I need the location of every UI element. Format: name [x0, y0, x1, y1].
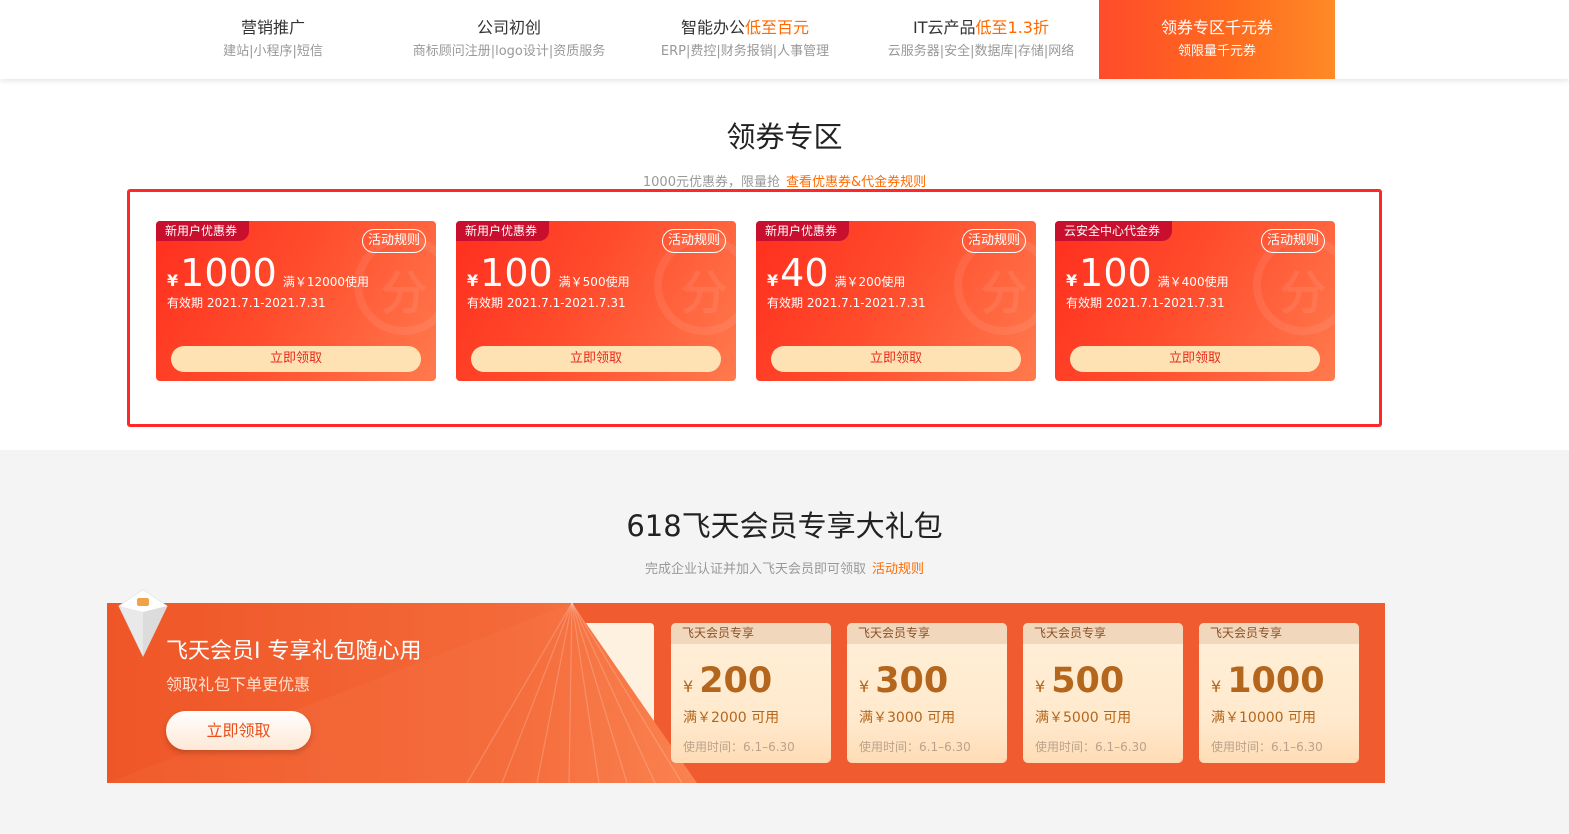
coupon-value: 100 — [1079, 251, 1152, 295]
coupon-rules-button[interactable]: 活动规则 — [1260, 229, 1325, 253]
nav-item-it-cloud[interactable]: IT云产品低至1.3折 云服务器|安全|数据库|存储|网络 — [868, 0, 1094, 79]
member-card-value: 500 — [1051, 661, 1125, 701]
coupon-rules-button[interactable]: 活动规则 — [361, 229, 426, 253]
claim-coupon-button[interactable]: 立即领取 — [771, 346, 1021, 372]
coupon-condition: 满￥400使用 — [1157, 275, 1229, 289]
member-card-amount: ¥200 — [683, 661, 772, 701]
claim-coupon-button[interactable]: 立即领取 — [171, 346, 421, 372]
member-card-time: 使用时间：6.1–6.30 — [1035, 740, 1147, 754]
coupon-tag: 新用户优惠券 — [156, 221, 250, 241]
coupon-section-subtitle-text: 1000元优惠券，限量抢 — [642, 175, 780, 190]
claim-coupon-button[interactable]: 立即领取 — [471, 346, 721, 372]
coupon-amount: ¥100 满￥500使用 — [467, 251, 630, 295]
coupon-section-subtitle: 1000元优惠券，限量抢 查看优惠券&代金券规则 — [0, 171, 1569, 190]
nav-item-marketing[interactable]: 营销推广 建站|小程序|短信 — [160, 0, 386, 79]
nav-item-subtitle: ERP|费控|财务报销|人事管理 — [660, 44, 830, 59]
coupon-condition: 满￥500使用 — [558, 275, 630, 289]
member-card-time: 使用时间：6.1–6.30 — [683, 740, 795, 754]
member-card-condition: 满￥2000 可用 — [683, 710, 780, 726]
coupon-rules-button[interactable]: 活动规则 — [661, 229, 726, 253]
nav-item-highlight: 低至百元 — [745, 18, 810, 37]
member-card-time: 使用时间：6.1–6.30 — [1211, 740, 1323, 754]
member-coupon-card[interactable]: 飞天会员专享 ¥1000 满￥10000 可用 使用时间：6.1–6.30 — [1199, 623, 1359, 763]
member-card-amount: ¥1000 — [1211, 661, 1325, 701]
member-card-amount: ¥500 — [1035, 661, 1124, 701]
nav-item-smart-office[interactable]: 智能办公低至百元 ERP|费控|财务报销|人事管理 — [632, 0, 858, 79]
nav-item-subtitle: 建站|小程序|短信 — [223, 44, 323, 59]
nav-item-highlight: 低至1.3折 — [975, 18, 1049, 37]
currency-symbol: ¥ — [1211, 677, 1222, 696]
member-coupon-card[interactable]: 飞天会员专享 ¥200 满￥2000 可用 使用时间：6.1–6.30 — [671, 623, 831, 763]
coupon-amount: ¥40 满￥200使用 — [767, 251, 905, 295]
member-card-header: 飞天会员专享 — [1199, 623, 1359, 644]
coupon-value: 100 — [480, 251, 553, 295]
member-card-condition: 满￥3000 可用 — [859, 710, 956, 726]
member-coupon-card[interactable]: 飞天会员专享 ¥300 满￥3000 可用 使用时间：6.1–6.30 — [847, 623, 1007, 763]
coupon-card: 分 新用户优惠券 活动规则 ¥40 满￥200使用 有效期 2021.7.1-20… — [756, 221, 1036, 381]
member-rules-link[interactable]: 活动规则 — [872, 562, 924, 577]
currency-symbol: ¥ — [1035, 677, 1046, 696]
coupon-condition: 满￥200使用 — [834, 275, 906, 289]
top-nav: 营销推广 建站|小程序|短信 公司初创 商标顾问注册|logo设计|资质服务 智… — [0, 0, 1569, 79]
nav-item-title: 公司初创 — [476, 18, 541, 37]
nav-item-coupon-zone[interactable]: 领券专区千元券 领限量千元券 — [1099, 0, 1335, 79]
member-card-header: 飞天会员专享 — [1023, 623, 1183, 644]
member-card-header: 飞天会员专享 — [847, 623, 1007, 644]
coupon-card: 分 新用户优惠券 活动规则 ¥1000 满￥12000使用 有效期 2021.7.… — [156, 221, 436, 381]
coupon-card: 分 云安全中心代金券 活动规则 ¥100 满￥400使用 有效期 2021.7.1… — [1055, 221, 1335, 381]
coupon-tag: 新用户优惠券 — [756, 221, 850, 241]
coupon-amount: ¥1000 满￥12000使用 — [167, 251, 369, 295]
member-section-title: 618飞天会员专享大礼包 — [626, 509, 943, 543]
member-coupon-card[interactable]: 飞天会员专享 ¥500 满￥5000 可用 使用时间：6.1–6.30 — [1023, 623, 1183, 763]
coupon-validity: 有效期 2021.7.1-2021.7.31 — [767, 296, 926, 310]
coupon-condition: 满￥12000使用 — [282, 275, 370, 289]
coupon-card: 分 新用户优惠券 活动规则 ¥100 满￥500使用 有效期 2021.7.1-2… — [456, 221, 736, 381]
member-section-subtitle: 完成企业认证并加入飞天会员即可领取 活动规则 — [0, 558, 1569, 577]
banner-title: 飞天会员Ⅰ 专享礼包随心用 — [166, 639, 422, 664]
coupon-validity: 有效期 2021.7.1-2021.7.31 — [1066, 296, 1225, 310]
member-card-time: 使用时间：6.1–6.30 — [859, 740, 971, 754]
nav-item-title: 智能办公低至百元 — [680, 18, 810, 37]
nav-item-title: 营销推广 — [240, 18, 305, 37]
member-card-condition: 满￥5000 可用 — [1035, 710, 1132, 726]
coupon-tag: 云安全中心代金券 — [1055, 221, 1173, 241]
nav-item-subtitle: 商标顾问注册|logo设计|资质服务 — [412, 44, 606, 59]
coupon-tag: 新用户优惠券 — [456, 221, 550, 241]
coupon-validity: 有效期 2021.7.1-2021.7.31 — [467, 296, 626, 310]
member-card-value: 1000 — [1227, 661, 1325, 701]
currency-symbol: ¥ — [467, 271, 479, 290]
coupon-value: 40 — [780, 251, 829, 295]
coupon-section-title: 领券专区 — [726, 120, 843, 154]
currency-symbol: ¥ — [1066, 271, 1078, 290]
nav-item-title: 领券专区千元券 — [1160, 18, 1273, 37]
member-card-amount: ¥300 — [859, 661, 948, 701]
coupon-amount: ¥100 满￥400使用 — [1066, 251, 1229, 295]
member-card-condition: 满￥10000 可用 — [1211, 710, 1316, 726]
nav-item-title: IT云产品低至1.3折 — [913, 18, 1049, 37]
diamond-badge-icon — [118, 589, 168, 658]
coupon-rules-button[interactable]: 活动规则 — [961, 229, 1026, 253]
currency-symbol: ¥ — [167, 271, 179, 290]
member-section-subtitle-text: 完成企业认证并加入飞天会员即可领取 — [644, 562, 866, 577]
banner-subtitle: 领取礼包下单更优惠 — [166, 675, 311, 694]
currency-symbol: ¥ — [767, 271, 779, 290]
claim-coupon-button[interactable]: 立即领取 — [1070, 346, 1320, 372]
coupon-value: 1000 — [180, 251, 277, 295]
member-card-value: 300 — [875, 661, 949, 701]
nav-item-subtitle: 领限量千元券 — [1177, 44, 1256, 59]
member-card-header: 飞天会员专享 — [671, 623, 831, 644]
currency-symbol: ¥ — [683, 677, 694, 696]
nav-item-subtitle: 云服务器|安全|数据库|存储|网络 — [887, 44, 1075, 59]
currency-symbol: ¥ — [859, 677, 870, 696]
banner-claim-button[interactable]: 立即领取 — [166, 711, 311, 750]
coupon-validity: 有效期 2021.7.1-2021.7.31 — [167, 296, 326, 310]
coupon-rules-link[interactable]: 查看优惠券&代金券规则 — [786, 175, 926, 190]
nav-item-startup[interactable]: 公司初创 商标顾问注册|logo设计|资质服务 — [396, 0, 622, 79]
member-card-value: 200 — [699, 661, 773, 701]
